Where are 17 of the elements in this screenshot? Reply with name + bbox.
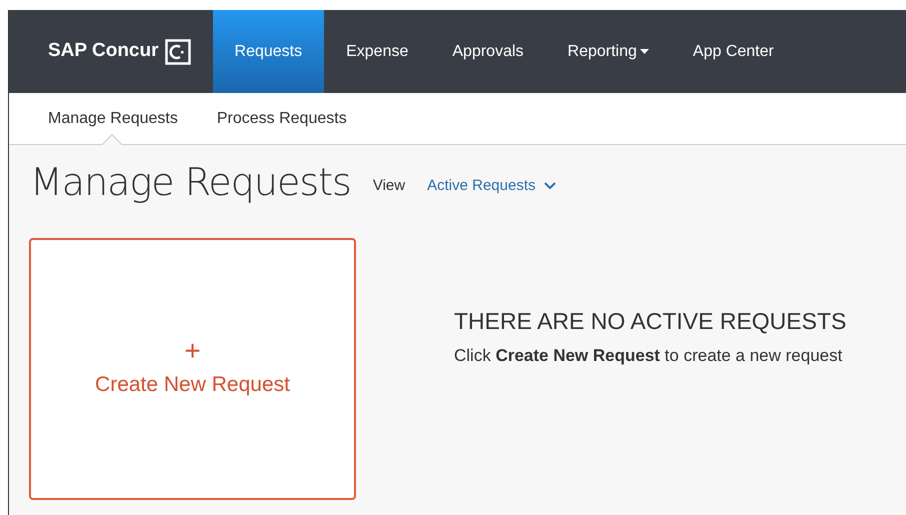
sub-tab[interactable]: Process Requests	[216, 93, 347, 144]
create-request-card[interactable]: + Create New Request	[29, 238, 356, 500]
empty-state-message: Click Create New Request to create a new request	[454, 344, 844, 366]
nav-tab[interactable]: Expense	[324, 10, 430, 93]
sub-tab[interactable]: Manage Requests	[48, 93, 178, 144]
logo-icon	[164, 38, 191, 64]
nav-tab[interactable]: Requests	[212, 10, 324, 93]
nav-tab[interactable]: Approvals	[430, 10, 546, 93]
view-label: View	[372, 176, 406, 196]
view-dropdown[interactable]: Active Requests	[427, 174, 556, 197]
nav-tab[interactable]: App Center	[670, 10, 796, 93]
chevron-down-icon	[544, 182, 556, 190]
nav-tab[interactable]: Reporting	[546, 10, 671, 93]
empty-state-title: THERE ARE NO ACTIVE REQUESTS	[454, 307, 846, 336]
page-title: Manage Requests	[30, 163, 351, 201]
brand-name: SAP Concur	[48, 39, 159, 64]
plus-icon: +	[184, 337, 201, 366]
